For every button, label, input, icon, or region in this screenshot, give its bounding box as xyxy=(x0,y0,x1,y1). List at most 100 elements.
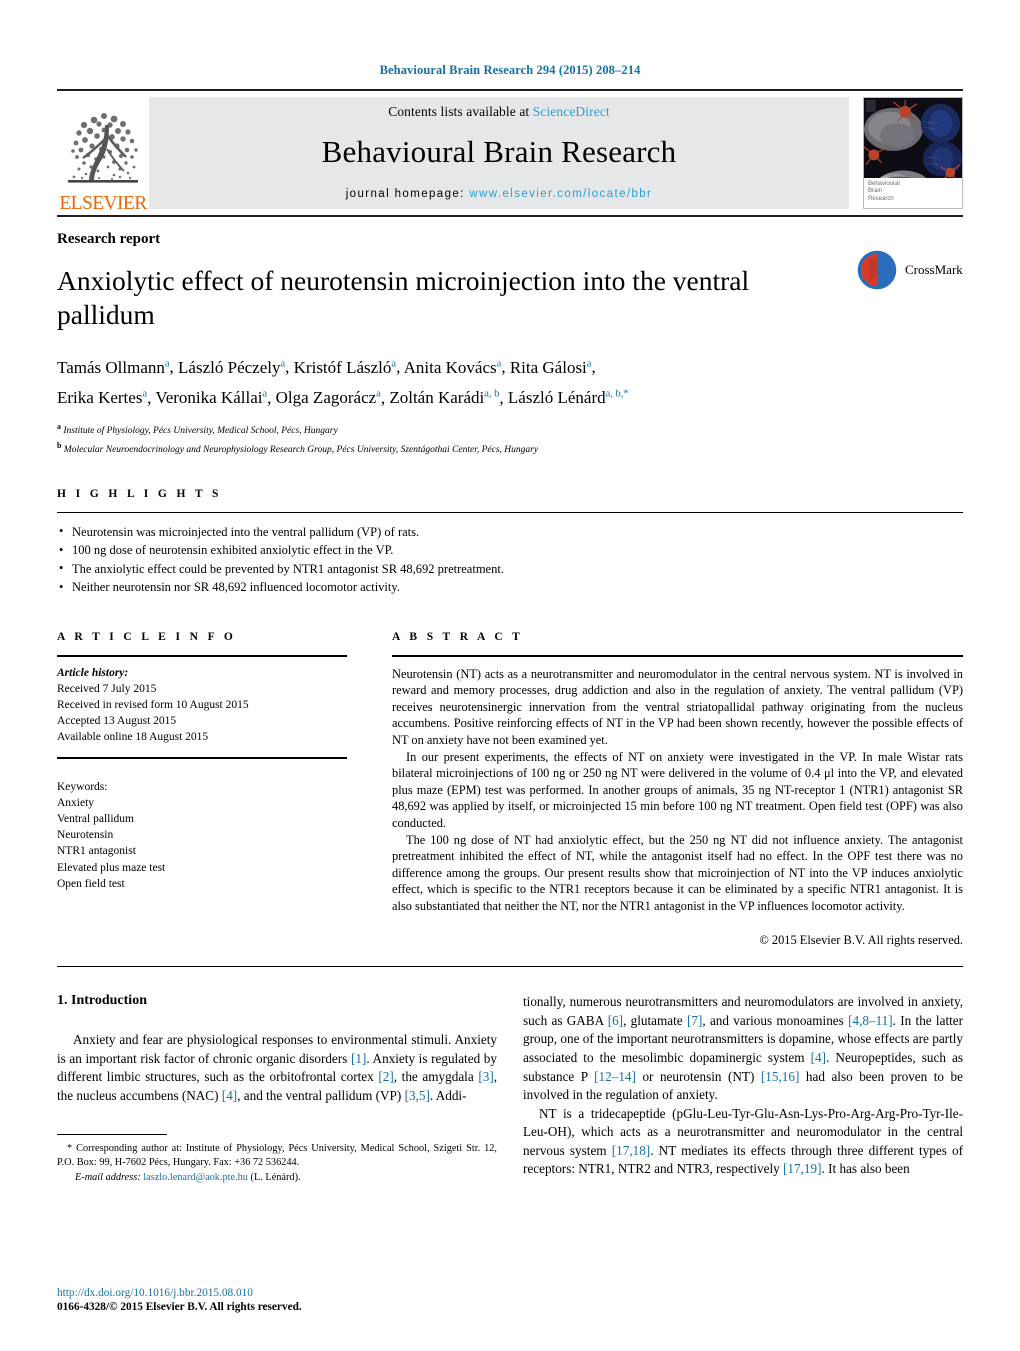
citation-ref[interactable]: [12–14] xyxy=(594,1069,636,1084)
author-line-2: Erika Kertesa, Veronika Kállaia, Olga Za… xyxy=(57,388,629,408)
keywords-block: Keywords: Anxiety Ventral pallidum Neuro… xyxy=(57,770,347,892)
author-affiliation-mark[interactable]: a xyxy=(497,358,502,369)
citation-ref[interactable]: [3,5] xyxy=(405,1088,430,1103)
list-item: Neurotensin was microinjected into the v… xyxy=(57,522,963,542)
cover-caption-line2: Brain xyxy=(868,188,883,195)
keyword-item: Neurotensin xyxy=(57,829,114,842)
body-column-left: 1. Introduction Anxiety and fear are phy… xyxy=(57,993,497,1185)
contents-available-line: Contents lists available at ScienceDirec… xyxy=(388,104,610,120)
abstract-paragraph: The 100 ng dose of NT had anxiolytic eff… xyxy=(392,832,963,913)
corresponding-author-marker[interactable]: * xyxy=(623,389,628,400)
body-column-gap xyxy=(497,993,523,1185)
keyword-item: Ventral pallidum xyxy=(57,813,134,826)
elsevier-tree-icon xyxy=(68,112,138,183)
author-item: Kristóf Lászlóa xyxy=(294,358,396,377)
sciencedirect-link[interactable]: ScienceDirect xyxy=(533,104,610,119)
citation-ref[interactable]: [1] xyxy=(351,1051,366,1066)
issn-copyright: 0166-4328/© 2015 Elsevier B.V. All right… xyxy=(57,1301,302,1313)
keyword-item: Elevated plus maze test xyxy=(57,861,166,874)
abstract-body: Neurotensin (NT) acts as a neurotransmit… xyxy=(392,657,963,949)
highlights-list: Neurotensin was microinjected into the v… xyxy=(57,522,963,597)
footnote-star: * xyxy=(67,1142,73,1154)
author-affiliation-mark[interactable]: a, b,* xyxy=(606,389,629,400)
author-affiliation-mark[interactable]: a xyxy=(391,358,396,369)
email-link[interactable]: laszlo.lenard@aok.pte.hu xyxy=(143,1172,248,1183)
journal-title: Behavioural Brain Research xyxy=(321,134,677,169)
citation-ref[interactable]: [7] xyxy=(687,1013,702,1028)
doi-link[interactable]: http://dx.doi.org/10.1016/j.bbr.2015.08.… xyxy=(57,1287,302,1299)
citation-ref[interactable]: [2] xyxy=(378,1069,393,1084)
author-affiliation-mark[interactable]: a, b xyxy=(484,389,499,400)
keywords-rule xyxy=(57,756,347,759)
citation-ref[interactable]: [17,18] xyxy=(612,1143,650,1158)
article-info-column: A R T I C L E I N F O Article history: R… xyxy=(57,631,347,949)
author-affiliation-mark[interactable]: a xyxy=(142,389,147,400)
article-history-label: Article history: xyxy=(57,666,129,679)
citation-ref[interactable]: [4] xyxy=(222,1088,237,1103)
author-name: Rita Gálosi xyxy=(509,357,587,377)
journal-masthead: ELSEVIER Contents lists available at Sci… xyxy=(57,89,963,215)
citation-ref[interactable]: [3] xyxy=(478,1069,493,1084)
citation-ref[interactable]: [4] xyxy=(811,1050,826,1065)
contents-prefix: Contents lists available at xyxy=(388,104,533,119)
author-item: Erika Kertesa xyxy=(57,388,147,407)
author-name: László Lénárd xyxy=(507,388,606,408)
homepage-url-link[interactable]: www.elsevier.com/locate/bbr xyxy=(469,188,652,200)
cover-caption: Behavioural Brain Research xyxy=(864,178,962,208)
citation-ref[interactable]: [6] xyxy=(608,1013,623,1028)
highlights-heading: H I G H L I G H T S xyxy=(57,487,222,500)
article-type-label: Research report xyxy=(57,231,161,247)
history-item: Accepted 13 August 2015 xyxy=(57,715,177,728)
keyword-item: NTR1 antagonist xyxy=(57,845,136,858)
body-columns: 1. Introduction Anxiety and fear are phy… xyxy=(57,993,963,1185)
author-name: Zoltán Karádi xyxy=(389,388,485,408)
author-item: Olga Zagorácza xyxy=(276,388,381,407)
affiliation-mark: a xyxy=(57,422,61,432)
citation-ref[interactable]: [17,19] xyxy=(783,1161,821,1176)
author-name: László Péczely xyxy=(178,357,281,377)
affiliation-mark: b xyxy=(57,440,62,450)
keywords-label: Keywords: xyxy=(57,780,108,793)
elsevier-logo: ELSEVIER xyxy=(57,91,149,215)
abstract-paragraph: Neurotensin (NT) acts as a neurotransmit… xyxy=(392,666,963,747)
text-run: , the amygdala xyxy=(393,1069,479,1085)
citation-ref[interactable]: [15,16] xyxy=(761,1069,799,1084)
author-item: Rita Gálosia xyxy=(510,358,592,377)
author-affiliation-mark[interactable]: a xyxy=(587,358,592,369)
citation-ref[interactable]: [4,8–11] xyxy=(848,1013,893,1028)
text-run: , and the ventral pallidum (VP) xyxy=(237,1087,405,1103)
email-owner: (L. Lénárd). xyxy=(250,1171,301,1183)
crossmark-label: CrossMark xyxy=(905,262,963,277)
author-list: Tamás Ollmanna, László Péczelya, Kristóf… xyxy=(57,350,957,411)
paragraph: NT is a tridecapeptide (pGlu-Leu-Tyr-Glu… xyxy=(523,1105,963,1179)
author-affiliation-mark[interactable]: a xyxy=(165,358,170,369)
intro-right-text: tionally, numerous neurotransmitters and… xyxy=(523,993,963,1179)
keyword-item: Anxiety xyxy=(57,796,95,809)
rich-text: Anxiety and fear are physiological respo… xyxy=(57,1032,497,1103)
paragraph: tionally, numerous neurotransmitters and… xyxy=(523,993,963,1105)
author-affiliation-mark[interactable]: a xyxy=(376,389,381,400)
author-line-1: Tamás Ollmanna, László Péczelya, Kristóf… xyxy=(57,357,596,377)
text-run: , glutamate xyxy=(623,1012,687,1028)
text-run: or neurotensin (NT) xyxy=(635,1068,761,1084)
section-heading-introduction: 1. Introduction xyxy=(57,993,147,1009)
email-note: E-mail address: laszlo.lenard@aok.pte.hu… xyxy=(57,1171,497,1186)
rich-text: NT is a tridecapeptide (pGlu-Leu-Tyr-Glu… xyxy=(523,1106,963,1177)
list-item: 100 ng dose of neurotensin exhibited anx… xyxy=(57,541,963,560)
crossmark-badge[interactable]: CrossMark xyxy=(855,241,963,299)
author-affiliation-mark[interactable]: a xyxy=(262,389,267,400)
affiliation-list: a Institute of Physiology, Pécs Universi… xyxy=(57,420,963,457)
elsevier-wordmark: ELSEVIER xyxy=(59,192,147,214)
column-gap xyxy=(347,631,392,949)
paper-page: Behavioural Brain Research 294 (2015) 20… xyxy=(0,0,1020,1351)
paragraph: Anxiety and fear are physiological respo… xyxy=(57,1031,497,1105)
article-history-block: Article history: Received 7 July 2015 Re… xyxy=(57,657,347,746)
info-abstract-section: A R T I C L E I N F O Article history: R… xyxy=(57,631,963,949)
article-header: Research report Anxiolytic effect of neu… xyxy=(57,217,963,458)
affiliation-text: Institute of Physiology, Pécs University… xyxy=(63,426,338,437)
page-title: Anxiolytic effect of neurotensin microin… xyxy=(57,265,750,330)
history-item: Received 7 July 2015 xyxy=(57,682,157,695)
keyword-item: Open field test xyxy=(57,877,125,890)
author-affiliation-mark[interactable]: a xyxy=(280,358,285,369)
author-name: Veronika Kállai xyxy=(155,388,263,408)
